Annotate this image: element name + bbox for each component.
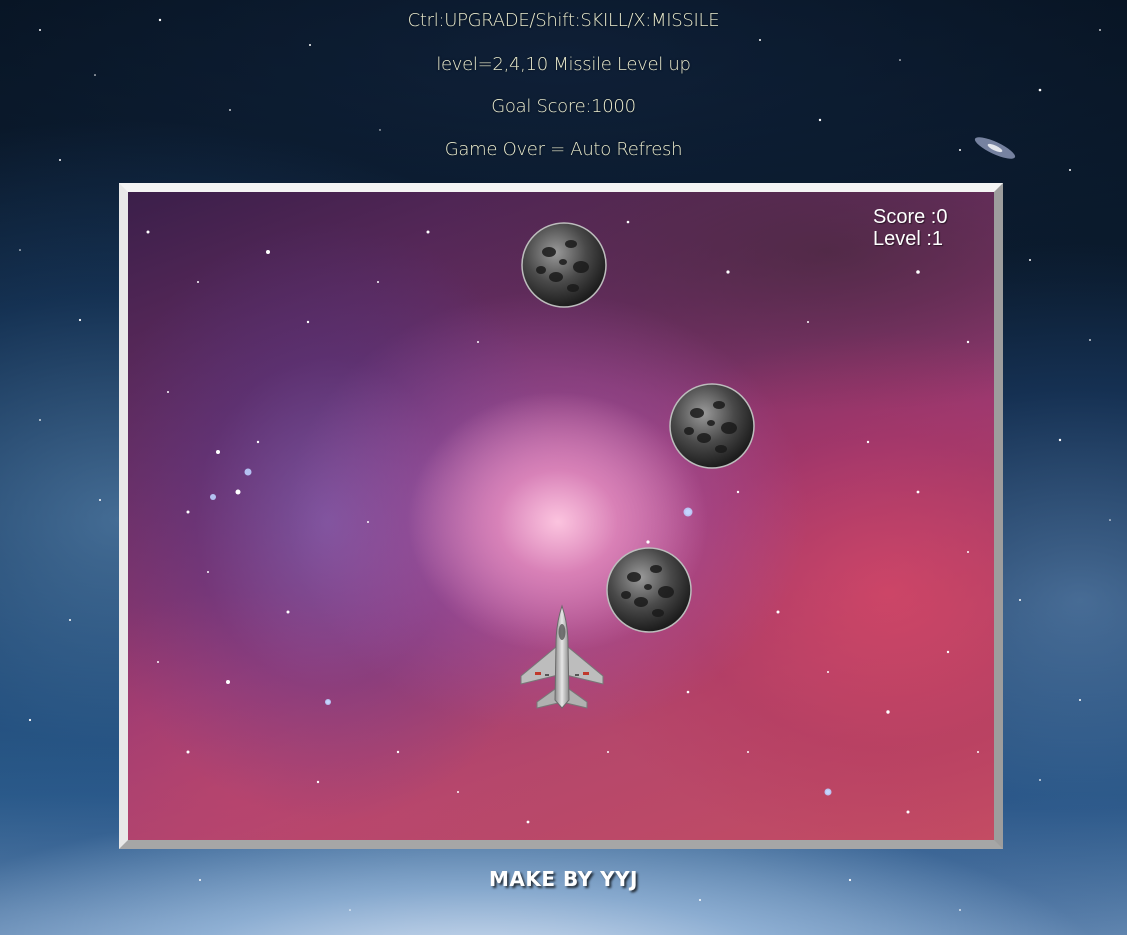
game-frame: Score :0 Level :1 xyxy=(119,183,1003,849)
asteroid-icon xyxy=(521,222,607,308)
missile-level-text: level=2,4,10 Missile Level up xyxy=(436,54,691,75)
goal-score-text: Goal Score:1000 xyxy=(491,96,636,117)
credit-text: MAKE BY YYJ xyxy=(488,867,638,891)
score-hud: Score :0 Level :1 xyxy=(873,206,947,250)
game-over-text: Game Over = Auto Refresh xyxy=(444,139,683,160)
score-display: Score :0 xyxy=(873,206,948,228)
game-canvas[interactable]: Score :0 Level :1 xyxy=(128,192,994,840)
asteroid-icon xyxy=(606,547,692,633)
level-display: Level :1 xyxy=(873,228,944,250)
controls-text: Ctrl:UPGRADE/Shift:SKILL/X:MISSILE xyxy=(407,10,720,31)
fighter-jet-icon[interactable] xyxy=(517,604,607,712)
asteroid-icon xyxy=(669,383,755,469)
